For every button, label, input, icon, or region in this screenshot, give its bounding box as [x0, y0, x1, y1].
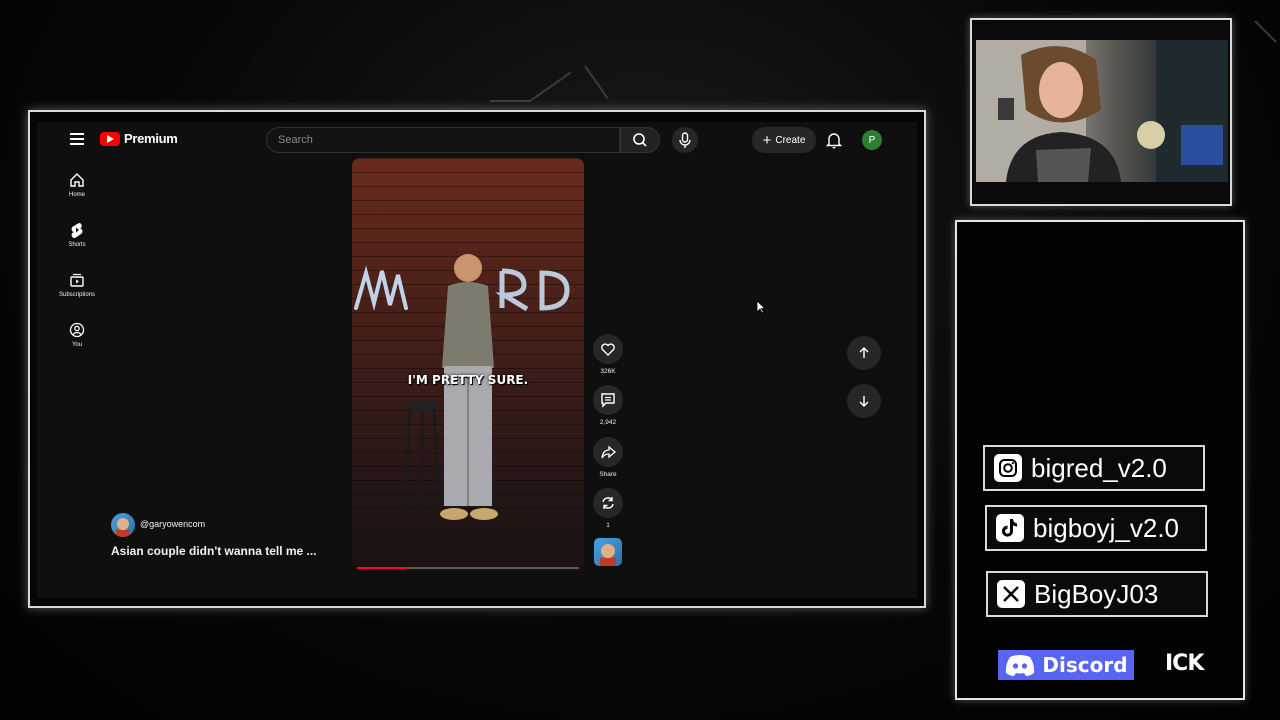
audio-source-thumbnail[interactable]: [594, 538, 622, 566]
arrow-up-icon: [859, 347, 869, 358]
you-icon: [69, 322, 85, 338]
comment-icon: [601, 393, 615, 408]
mouse-cursor-icon: [756, 300, 766, 314]
tiktok-link: bigboyj_v2.0: [985, 505, 1207, 551]
create-button[interactable]: + Create: [752, 127, 816, 153]
sidenav-item-you[interactable]: You: [57, 322, 97, 348]
tiktok-handle: bigboyj_v2.0: [1033, 512, 1179, 543]
account-avatar[interactable]: P: [862, 130, 882, 150]
notifications-button[interactable]: [825, 131, 843, 149]
webcam-feed: [976, 40, 1228, 182]
previous-short-button[interactable]: [847, 336, 881, 370]
brick-line: [352, 242, 584, 243]
brick-line: [352, 172, 584, 173]
youtube-logo-icon: [100, 131, 120, 146]
video-title[interactable]: Asian couple didn't wanna tell me ...: [111, 544, 317, 558]
share-label: Share: [599, 471, 617, 478]
sidenav-item-shorts[interactable]: Shorts: [57, 222, 97, 248]
instagram-icon: [994, 454, 1022, 482]
remix-icon: [602, 497, 614, 509]
x-logo-icon: [997, 580, 1025, 608]
background-decoration: [490, 100, 530, 102]
kick-logo: ICK: [1165, 651, 1204, 676]
brick-line: [352, 186, 584, 187]
youtube-premium-logo[interactable]: Premium: [100, 131, 178, 146]
discord-logo: Discord: [998, 650, 1134, 680]
arrow-down-icon: [859, 396, 869, 407]
sidenav-label: Subscriptions: [58, 292, 96, 298]
brick-line: [352, 228, 584, 229]
search-input[interactable]: Search: [266, 127, 620, 153]
menu-icon[interactable]: [70, 132, 84, 146]
shorts-icon: [71, 223, 83, 238]
face-thumbnail: [116, 518, 130, 537]
sidenav-label: Shorts: [68, 242, 86, 248]
home-icon: [70, 173, 84, 187]
instagram-link: bigred_v2.0: [983, 445, 1205, 491]
background-decoration: [1254, 20, 1277, 43]
streamer-webcam-image: [976, 40, 1228, 182]
remix-button[interactable]: 1: [593, 488, 623, 529]
brick-line: [352, 200, 584, 201]
brick-line: [352, 158, 584, 159]
channel-handle[interactable]: @garyowencom: [140, 519, 205, 529]
logo-text: Premium: [124, 131, 178, 146]
search-icon: [633, 133, 647, 147]
like-count: 326K: [600, 368, 616, 375]
x-link: BigBoyJ03: [986, 571, 1208, 617]
like-button[interactable]: 326K: [593, 334, 623, 375]
comments-button[interactable]: 2,942: [593, 385, 623, 426]
video-progress-fill: [357, 567, 409, 569]
next-short-button[interactable]: [847, 384, 881, 418]
x-handle: BigBoyJ03: [1034, 578, 1159, 609]
sidenav-label: Home: [68, 192, 85, 198]
background-decoration: [529, 71, 572, 102]
comedian-figure: [440, 254, 498, 520]
microphone-icon: [679, 132, 691, 148]
bell-icon: [825, 133, 843, 149]
share-icon: [601, 445, 616, 459]
tiktok-icon: [996, 514, 1024, 542]
discord-icon: [1006, 655, 1035, 676]
brick-line: [352, 214, 584, 215]
stool: [404, 401, 440, 517]
heart-icon: [601, 343, 615, 356]
comment-count: 2,942: [599, 419, 617, 426]
instagram-handle: bigred_v2.0: [1031, 452, 1167, 483]
youtube-shorts-page: Premium Search + Create P Home Shorts Su…: [37, 122, 917, 598]
short-video-player[interactable]: I'm pretty sure.: [352, 158, 584, 571]
sidenav-item-home[interactable]: Home: [57, 172, 97, 198]
create-label: Create: [775, 134, 806, 146]
channel-avatar[interactable]: [111, 513, 135, 537]
search-button[interactable]: [620, 127, 660, 153]
share-button[interactable]: Share: [593, 437, 623, 478]
remix-count: 1: [606, 522, 610, 529]
subscriptions-icon: [70, 273, 84, 287]
sidenav-label: You: [71, 342, 83, 348]
voice-search-button[interactable]: [672, 127, 698, 153]
plus-icon: +: [762, 131, 772, 149]
discord-label: Discord: [1042, 653, 1128, 677]
background-decoration: [584, 65, 609, 100]
sidenav-item-subscriptions[interactable]: Subscriptions: [57, 272, 97, 298]
face-thumbnail: [600, 544, 616, 566]
video-caption: I'm pretty sure.: [407, 373, 529, 387]
video-progress-bar[interactable]: [357, 567, 579, 569]
